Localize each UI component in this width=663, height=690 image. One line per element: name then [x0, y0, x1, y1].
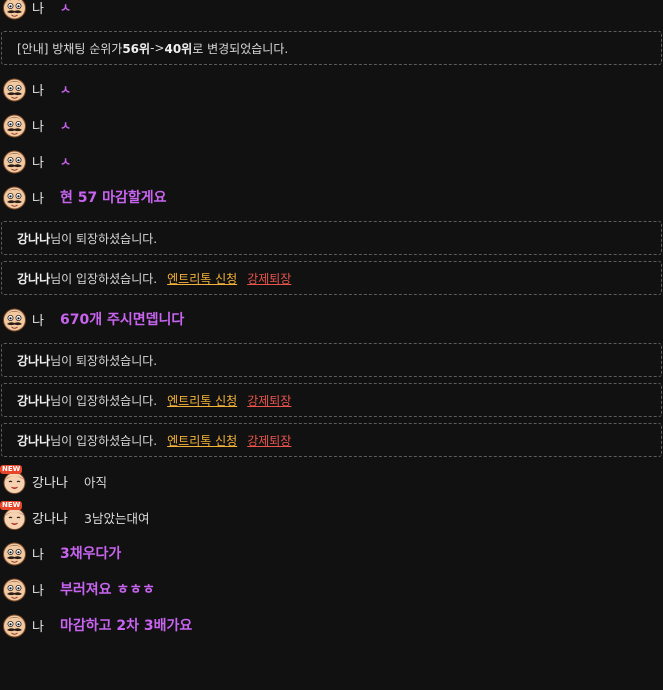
mustache-face-avatar-icon[interactable] — [2, 613, 27, 638]
mustache-face-avatar-icon[interactable] — [2, 149, 27, 174]
entry-talk-request-link[interactable]: 엔트리톡 신청 — [167, 432, 237, 449]
mustache-face-avatar-icon[interactable] — [2, 113, 27, 138]
new-badge: NEW — [0, 464, 23, 474]
entry-talk-request-link[interactable]: 엔트리톡 신청 — [167, 392, 237, 409]
nickname[interactable]: 나 — [32, 116, 54, 135]
system-text: 님이 퇴장하셨습니다. — [50, 353, 158, 368]
system-username: 강나나 — [17, 353, 51, 368]
notice-arrow: -> — [150, 41, 165, 55]
nickname[interactable]: 나 — [32, 188, 54, 207]
force-kick-link[interactable]: 강제퇴장 — [247, 392, 291, 409]
new-user-face-avatar-icon[interactable]: NEW — [0, 464, 27, 494]
message-text: 현 57 마감할게요 — [60, 190, 167, 206]
message-text: ㅅ — [60, 118, 72, 133]
message-text: ㅅ — [60, 0, 72, 15]
nickname[interactable]: 나 — [32, 616, 54, 635]
message-text: ㅅ — [60, 82, 72, 97]
my-message: 나 ㅅ — [0, 107, 663, 143]
force-kick-link[interactable]: 강제퇴장 — [247, 270, 291, 287]
mustache-face-avatar-icon[interactable] — [2, 77, 27, 102]
new-badge: NEW — [0, 500, 23, 510]
my-message: 나 ㅅ — [0, 0, 663, 25]
system-text: 님이 퇴장하셨습니다. — [50, 231, 158, 246]
notice-from-rank: 56위 — [122, 41, 151, 56]
message-text: 3남았는대여 — [84, 510, 150, 526]
nickname[interactable]: 강나나 — [32, 472, 78, 491]
message-text: 부러져요 ㅎㅎㅎ — [60, 582, 156, 598]
leave-notice: 강나나 님이 퇴장하셨습니다. — [1, 221, 662, 255]
mustache-face-avatar-icon[interactable] — [2, 307, 27, 332]
system-username: 강나나 — [17, 271, 51, 286]
message-text: 마감하고 2차 3배가요 — [60, 618, 193, 634]
mustache-face-avatar-icon[interactable] — [2, 185, 27, 210]
enter-notice: 강나나 님이 입장하셨습니다. 엔트리톡 신청 강제퇴장 — [1, 383, 662, 417]
my-message: 나 현 57 마감할게요 — [0, 179, 663, 215]
nickname[interactable]: 나 — [32, 544, 54, 563]
message-text: 3채우다가 — [60, 546, 122, 562]
my-message: 나 3채우다가 — [0, 535, 663, 571]
system-text: 님이 입장하셨습니다. — [50, 271, 158, 286]
notice-suffix: 로 변경되었습니다. — [192, 41, 289, 56]
leave-notice: 강나나 님이 퇴장하셨습니다. — [1, 343, 662, 377]
my-message: 나 ㅅ — [0, 71, 663, 107]
my-message: 나 670개 주시면뎁니다 — [0, 301, 663, 337]
message-text: 670개 주시면뎁니다 — [60, 312, 185, 328]
nickname[interactable]: 나 — [32, 152, 54, 171]
nickname[interactable]: 나 — [32, 80, 54, 99]
nickname[interactable]: 나 — [32, 310, 54, 329]
my-message: 나 부러져요 ㅎㅎㅎ — [0, 571, 663, 607]
mustache-face-avatar-icon[interactable] — [2, 541, 27, 566]
notice-to-rank: 40위 — [164, 41, 193, 56]
chat-log: 나 ㅅ [안내] 방채팅 순위가 56위 -> 40위 로 변경되었습니다. 나… — [0, 0, 663, 643]
enter-notice: 강나나 님이 입장하셨습니다. 엔트리톡 신청 강제퇴장 — [1, 423, 662, 457]
new-user-face-avatar-icon[interactable]: NEW — [0, 500, 27, 530]
nickname[interactable]: 강나나 — [32, 508, 78, 527]
nickname[interactable]: 나 — [32, 580, 54, 599]
other-message: NEW 강나나 아직 — [0, 463, 663, 499]
other-message: NEW 강나나 3남았는대여 — [0, 499, 663, 535]
system-username: 강나나 — [17, 433, 51, 448]
force-kick-link[interactable]: 강제퇴장 — [247, 432, 291, 449]
notice-prefix: [안내] 방채팅 순위가 — [17, 41, 123, 56]
entry-talk-request-link[interactable]: 엔트리톡 신청 — [167, 270, 237, 287]
my-message: 나 마감하고 2차 3배가요 — [0, 607, 663, 643]
enter-notice: 강나나 님이 입장하셨습니다. 엔트리톡 신청 강제퇴장 — [1, 261, 662, 295]
nickname[interactable]: 나 — [32, 0, 54, 17]
mustache-face-avatar-icon[interactable] — [2, 577, 27, 602]
system-text: 님이 입장하셨습니다. — [50, 433, 158, 448]
rank-notice: [안내] 방채팅 순위가 56위 -> 40위 로 변경되었습니다. — [1, 31, 662, 65]
message-text: ㅅ — [60, 154, 72, 169]
system-username: 강나나 — [17, 393, 51, 408]
my-message: 나 ㅅ — [0, 143, 663, 179]
system-text: 님이 입장하셨습니다. — [50, 393, 158, 408]
system-username: 강나나 — [17, 231, 51, 246]
mustache-face-avatar-icon[interactable] — [2, 0, 27, 20]
message-text: 아직 — [84, 474, 108, 490]
